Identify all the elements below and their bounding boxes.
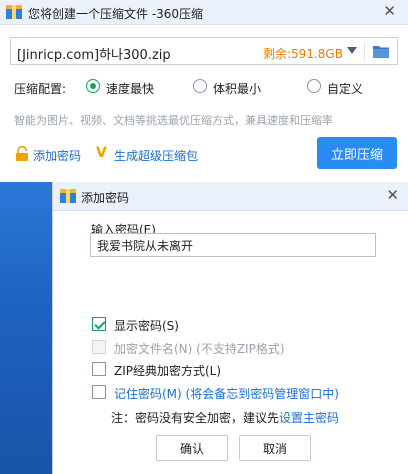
desktop-background: [0, 182, 52, 474]
add-password-text[interactable]: 添加密码: [33, 147, 81, 164]
mode-label: 体积最小: [213, 82, 262, 96]
mode-label: 自定义: [327, 82, 364, 96]
vip-v-icon: V: [96, 145, 107, 161]
disk-space-left: 剩余:591.8GB: [263, 47, 343, 61]
checkbox-box: [92, 385, 106, 399]
archive-path-field[interactable]: [Jinricp.com]하나300.zip 剩余:591.8GB: [10, 37, 398, 65]
dialog-title: 添加密码: [81, 191, 130, 205]
chevron-down-icon[interactable]: [347, 47, 357, 54]
close-icon[interactable]: ✕: [383, 4, 396, 19]
archive-box-icon: [60, 189, 76, 203]
checkbox-box: [92, 317, 106, 331]
close-icon[interactable]: ✕: [386, 188, 399, 203]
lock-icon: [16, 146, 28, 161]
mode-description: 智能为图片、视频、文档等挑选最优压缩方式，兼具速度和压缩率: [14, 114, 333, 127]
set-master-password-link[interactable]: 设置主密码: [279, 411, 339, 425]
archive-path-value[interactable]: [Jinricp.com]하나300.zip: [17, 44, 171, 63]
divider: [364, 42, 365, 60]
super-archive-text[interactable]: 生成超级压缩包: [114, 147, 198, 164]
checkbox-box: [92, 362, 106, 376]
note-text: 注：密码没有安全加密，建议先: [111, 411, 280, 425]
archive-box-icon: [6, 5, 22, 19]
checkbox-label: 显示密码(S): [114, 319, 179, 333]
radio-circle: [193, 79, 207, 93]
mode-label: 速度最快: [106, 82, 155, 96]
compression-config-label: 压缩配置:: [14, 82, 67, 96]
main-titlebar: 您将创建一个压缩文件 -360压缩 ✕: [0, 0, 408, 25]
confirm-button[interactable]: 确认: [156, 435, 228, 461]
add-password-dialog: 添加密码 ✕ 输入密码(E) 显示密码(S) 加密文件名(N) (不支持ZIP格…: [52, 182, 408, 474]
password-input[interactable]: [90, 233, 376, 257]
radio-circle: [307, 79, 321, 93]
security-note: 注：密码没有安全加密，建议先设置主密码: [111, 409, 339, 426]
compress-now-button[interactable]: 立即压缩: [317, 137, 397, 169]
dialog-titlebar: 添加密码 ✕: [53, 182, 408, 211]
checkbox-label: 记住密码(M) (将会备忘到密码管理窗口中): [114, 387, 339, 401]
folder-icon[interactable]: [373, 44, 389, 58]
checkbox-box: [92, 340, 106, 354]
checkbox-label: ZIP经典加密方式(L): [114, 364, 222, 378]
checkbox-label: 加密文件名(N) (不支持ZIP格式): [114, 342, 285, 356]
cancel-button[interactable]: 取消: [239, 435, 311, 461]
window-title: 您将创建一个压缩文件 -360压缩: [28, 7, 204, 21]
radio-circle: [86, 79, 100, 93]
